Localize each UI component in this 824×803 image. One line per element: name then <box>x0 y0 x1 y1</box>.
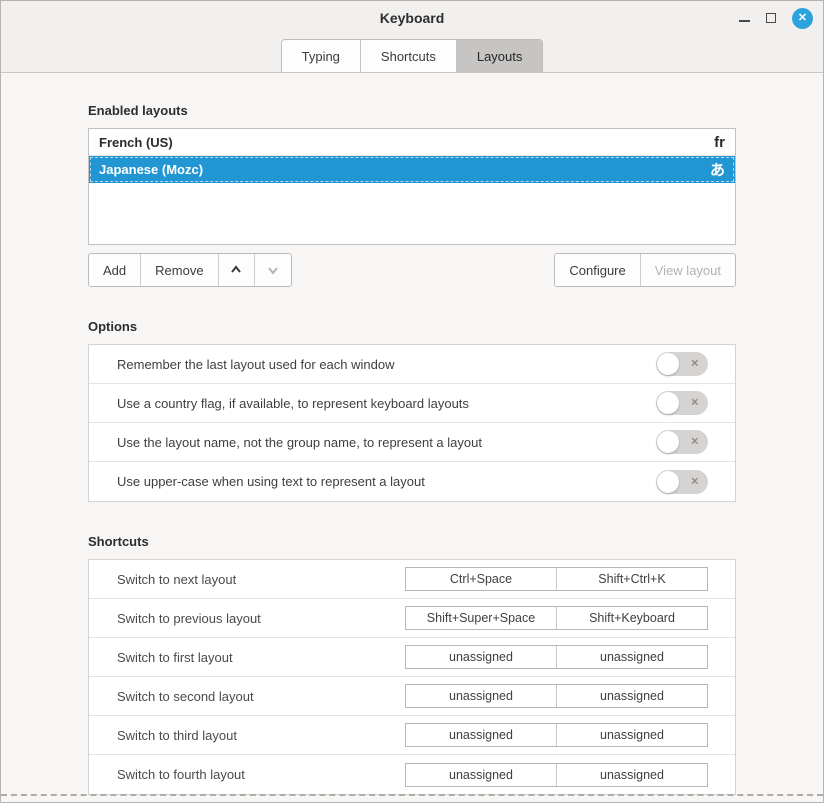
shortcut-row-next-layout: Switch to next layout Ctrl+Space Shift+C… <box>89 560 735 599</box>
configure-button[interactable]: Configure <box>555 254 640 286</box>
toggle-knob <box>657 353 679 375</box>
toggle-off-icon: ✕ <box>691 437 699 448</box>
toggle-upper-case[interactable]: ✕ <box>656 470 708 494</box>
shortcut-label: Switch to previous layout <box>117 611 405 626</box>
keybinding-cell[interactable]: unassigned <box>556 764 707 786</box>
shortcut-row-first-layout: Switch to first layout unassigned unassi… <box>89 638 735 677</box>
minimize-icon[interactable] <box>739 20 750 22</box>
toggle-knob <box>657 471 679 493</box>
titlebar[interactable]: Keyboard ✕ <box>1 1 823 35</box>
window-title: Keyboard <box>380 10 445 26</box>
shortcut-label: Switch to first layout <box>117 650 405 665</box>
keybinding-group: unassigned unassigned <box>405 763 708 787</box>
tab-bar: Typing Shortcuts Layouts <box>1 39 823 72</box>
shortcuts-heading: Shortcuts <box>88 534 736 549</box>
keybinding-cell[interactable]: unassigned <box>556 724 707 746</box>
tab-typing[interactable]: Typing <box>282 40 361 72</box>
layout-name: Japanese (Mozc) <box>99 162 203 177</box>
option-label: Use upper-case when using text to repres… <box>117 474 656 489</box>
option-label: Use a country flag, if available, to rep… <box>117 396 656 411</box>
toggle-layout-name[interactable]: ✕ <box>656 430 708 454</box>
tab-shortcuts[interactable]: Shortcuts <box>361 40 457 72</box>
shortcut-row-previous-layout: Switch to previous layout Shift+Super+Sp… <box>89 599 735 638</box>
toggle-knob <box>657 392 679 414</box>
keybinding-group: unassigned unassigned <box>405 723 708 747</box>
layout-indicator-ja: あ <box>710 159 725 180</box>
keybinding-group: Shift+Super+Space Shift+Keyboard <box>405 606 708 630</box>
option-label: Use the layout name, not the group name,… <box>117 435 656 450</box>
keybinding-group: unassigned unassigned <box>405 645 708 669</box>
keybinding-cell[interactable]: Shift+Ctrl+K <box>556 568 707 590</box>
layouts-page: Enabled layouts French (US) fr Japanese … <box>1 103 823 795</box>
tab-group: Typing Shortcuts Layouts <box>281 39 544 72</box>
toggle-country-flag[interactable]: ✕ <box>656 391 708 415</box>
keybinding-cell[interactable]: unassigned <box>406 646 556 668</box>
move-up-button[interactable] <box>219 254 255 286</box>
shortcut-label: Switch to fourth layout <box>117 767 405 782</box>
list-item-japanese[interactable]: Japanese (Mozc) あ <box>89 156 735 183</box>
close-icon[interactable]: ✕ <box>792 8 813 29</box>
shortcut-row-fourth-layout: Switch to fourth layout unassigned unass… <box>89 755 735 794</box>
edit-buttons-group: Add Remove <box>88 253 292 287</box>
shortcut-label: Switch to third layout <box>117 728 405 743</box>
layout-list-actions: Add Remove Configure View layout <box>88 253 736 287</box>
option-label: Remember the last layout used for each w… <box>117 357 656 372</box>
keybinding-cell[interactable]: unassigned <box>556 685 707 707</box>
options-panel: Remember the last layout used for each w… <box>88 344 736 502</box>
toggle-off-icon: ✕ <box>691 359 699 370</box>
keybinding-cell[interactable]: unassigned <box>556 646 707 668</box>
option-row-country-flag: Use a country flag, if available, to rep… <box>89 384 735 423</box>
keybinding-cell[interactable]: unassigned <box>406 724 556 746</box>
keybinding-cell[interactable]: Shift+Super+Space <box>406 607 556 629</box>
chevron-up-icon <box>230 264 242 276</box>
remove-button[interactable]: Remove <box>141 254 218 286</box>
keybinding-group: unassigned unassigned <box>405 684 708 708</box>
shortcut-label: Switch to next layout <box>117 572 405 587</box>
keybinding-cell[interactable]: Ctrl+Space <box>406 568 556 590</box>
keyboard-settings-window: Keyboard ✕ Typing Shortcuts Layouts Enab… <box>0 0 824 803</box>
enabled-layouts-heading: Enabled layouts <box>88 103 736 118</box>
window-header: Keyboard ✕ Typing Shortcuts Layouts <box>1 1 823 73</box>
shortcut-row-third-layout: Switch to third layout unassigned unassi… <box>89 716 735 755</box>
config-buttons-group: Configure View layout <box>554 253 736 287</box>
toggle-remember-last-layout[interactable]: ✕ <box>656 352 708 376</box>
shortcut-label: Switch to second layout <box>117 689 405 704</box>
list-item-french[interactable]: French (US) fr <box>89 129 735 156</box>
options-heading: Options <box>88 319 736 334</box>
option-row-upper-case: Use upper-case when using text to repres… <box>89 462 735 501</box>
add-button[interactable]: Add <box>89 254 141 286</box>
option-row-remember-last-layout: Remember the last layout used for each w… <box>89 345 735 384</box>
keybinding-cell[interactable]: Shift+Keyboard <box>556 607 707 629</box>
layout-name: French (US) <box>99 135 173 150</box>
enabled-layouts-list: French (US) fr Japanese (Mozc) あ <box>88 128 736 245</box>
keybinding-cell[interactable]: unassigned <box>406 685 556 707</box>
maximize-icon[interactable] <box>766 13 776 23</box>
shortcut-row-second-layout: Switch to second layout unassigned unass… <box>89 677 735 716</box>
keybinding-group: Ctrl+Space Shift+Ctrl+K <box>405 567 708 591</box>
toggle-knob <box>657 431 679 453</box>
toggle-off-icon: ✕ <box>691 398 699 409</box>
move-down-button[interactable] <box>255 254 291 286</box>
resize-grip[interactable] <box>1 794 823 796</box>
view-layout-button[interactable]: View layout <box>641 254 735 286</box>
layout-indicator-fr: fr <box>714 134 725 151</box>
window-controls: ✕ <box>739 1 813 35</box>
shortcuts-panel: Switch to next layout Ctrl+Space Shift+C… <box>88 559 736 795</box>
chevron-down-icon <box>267 264 279 276</box>
toggle-off-icon: ✕ <box>691 476 699 487</box>
option-row-layout-name: Use the layout name, not the group name,… <box>89 423 735 462</box>
keybinding-cell[interactable]: unassigned <box>406 764 556 786</box>
tab-layouts[interactable]: Layouts <box>457 40 543 72</box>
